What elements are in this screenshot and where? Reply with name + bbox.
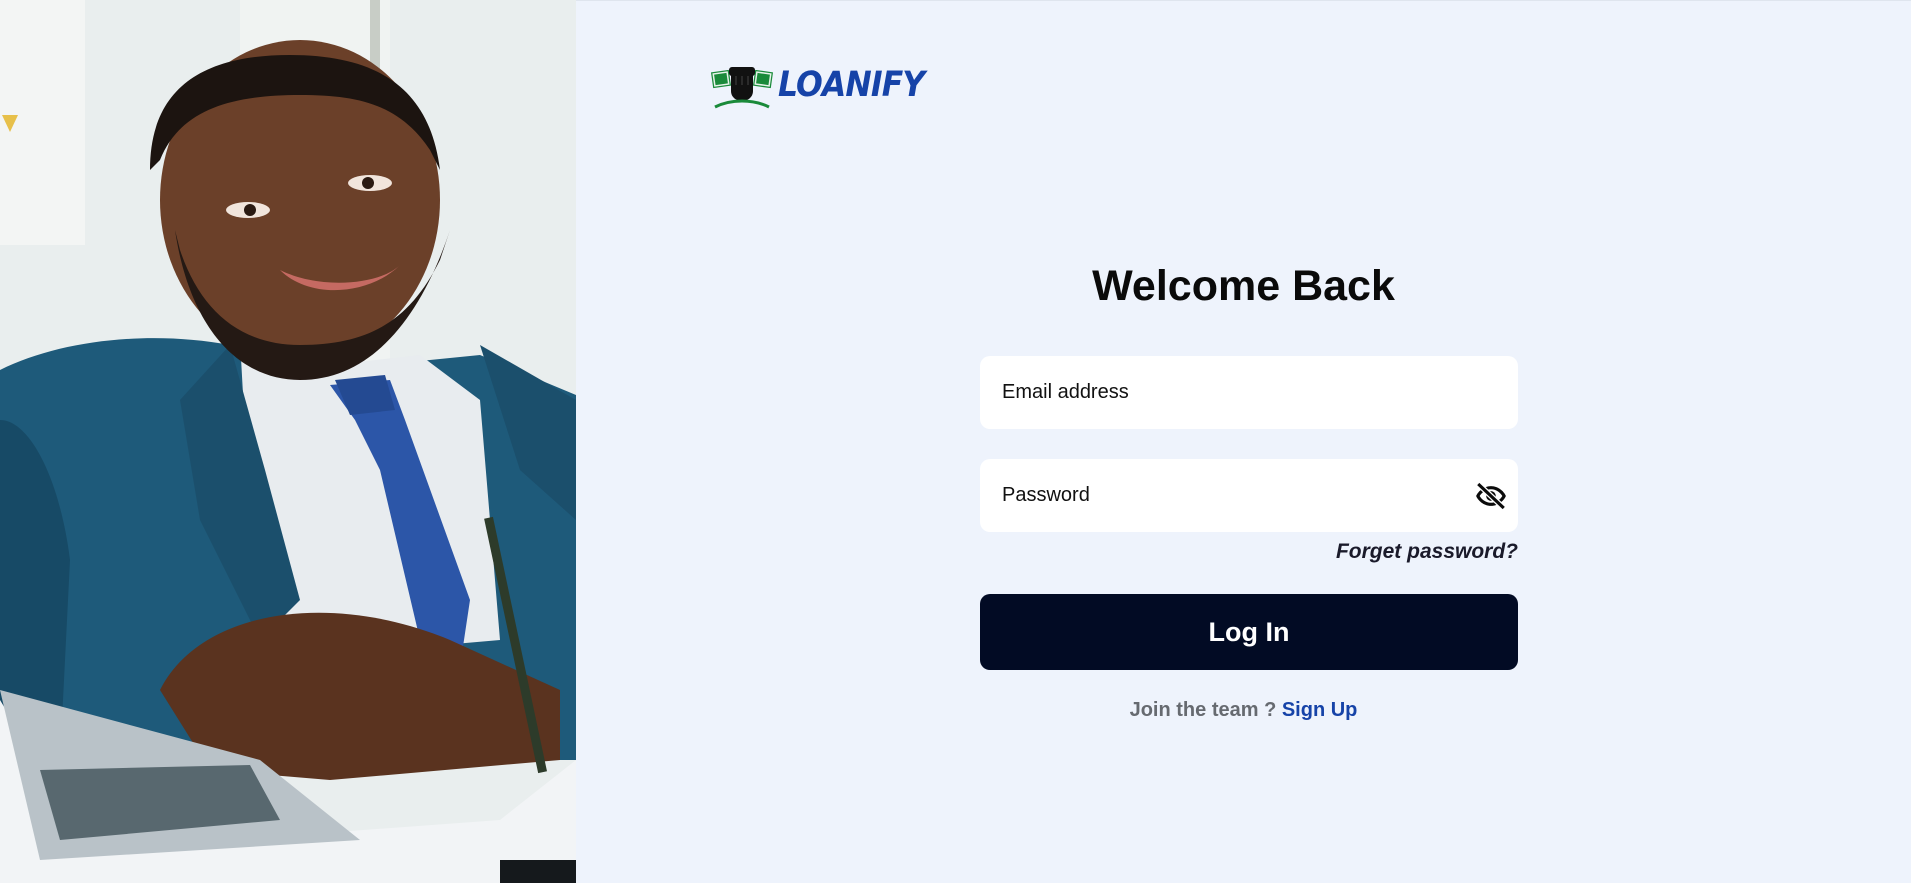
page-title: Welcome Back <box>1092 262 1395 310</box>
email-field-container <box>980 356 1518 429</box>
signup-row: Join the team ? Sign Up <box>576 699 1911 722</box>
eye-slash-icon[interactable] <box>1474 479 1508 513</box>
login-button[interactable]: Log In <box>980 594 1518 670</box>
fist-money-icon <box>711 67 773 109</box>
email-input[interactable] <box>1002 381 1496 404</box>
brand-name: LOANIFY <box>778 65 925 105</box>
signup-prompt: Join the team ? <box>1129 699 1282 721</box>
signup-link[interactable]: Sign Up <box>1282 699 1358 721</box>
businessman-illustration <box>0 0 576 883</box>
hero-photo <box>0 0 576 883</box>
brand-logo[interactable]: LOANIFY <box>711 61 940 109</box>
password-field-container <box>980 459 1518 532</box>
password-input[interactable] <box>1002 484 1456 507</box>
login-panel: LOANIFY Welcome Back Forget password? Lo… <box>576 0 1911 883</box>
forgot-password-link[interactable]: Forget password? <box>1336 540 1518 564</box>
